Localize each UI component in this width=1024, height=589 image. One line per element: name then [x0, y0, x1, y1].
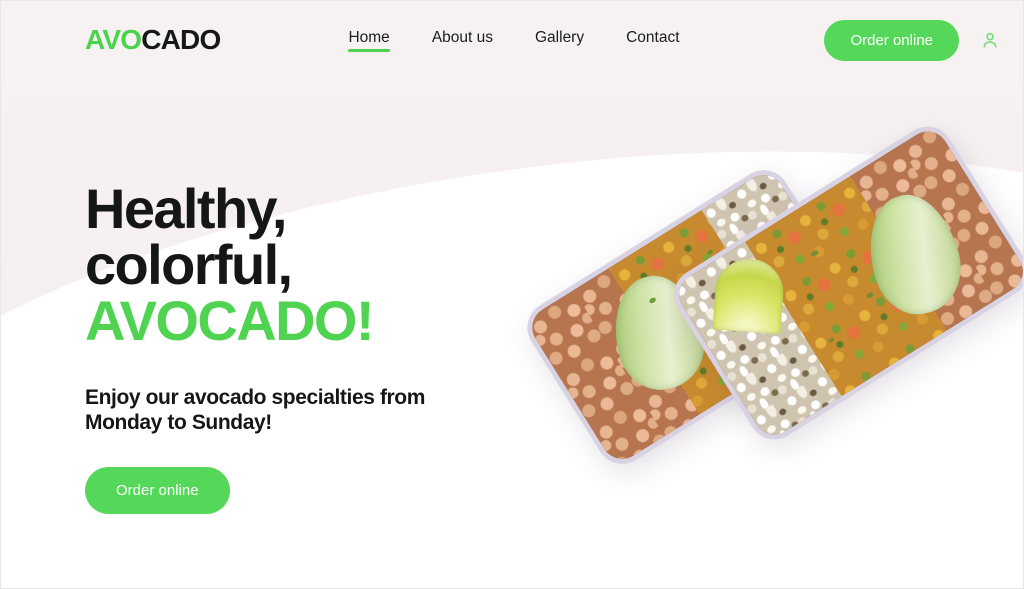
main-navigation: Home About us Gallery Contact [348, 28, 680, 52]
nav-item-about-us[interactable]: About us [432, 29, 493, 52]
site-logo[interactable]: AVOCADO [85, 24, 221, 56]
nav-item-contact-label: Contact [626, 28, 680, 46]
logo-text-avo: AVO [85, 24, 142, 55]
hero-title-line-2: colorful, [85, 233, 293, 296]
hero-subtitle: Enjoy our avocado specialties from Monda… [85, 386, 426, 434]
page-root: AVOCADO Home About us Gallery Contact Or… [0, 0, 1024, 589]
hero-section: Healthy, colorful, AVOCADO! Enjoy our av… [85, 181, 555, 514]
order-online-button-header[interactable]: Order online [824, 19, 959, 61]
nav-item-home-label: Home [348, 28, 390, 46]
nav-item-home[interactable]: Home [348, 28, 391, 52]
nav-item-about-us-label: About us [431, 28, 493, 46]
nav-item-gallery-label: Gallery [535, 28, 585, 46]
hero-food-image [517, 116, 1023, 531]
logo-text-cado: CADO [141, 24, 221, 55]
hero-title-line-1: Healthy, [85, 177, 288, 240]
order-online-button-hero[interactable]: Order online [85, 467, 230, 514]
nav-item-gallery[interactable]: Gallery [535, 29, 584, 52]
hero-title-line-3: AVOCADO! [85, 289, 375, 352]
hero-title: Healthy, colorful, AVOCADO! [85, 181, 555, 349]
user-account-icon[interactable] [977, 27, 1003, 53]
nav-item-contact[interactable]: Contact [626, 29, 679, 52]
site-header: AVOCADO Home About us Gallery Contact Or… [1, 1, 1023, 79]
header-actions: Order online [824, 19, 1003, 61]
